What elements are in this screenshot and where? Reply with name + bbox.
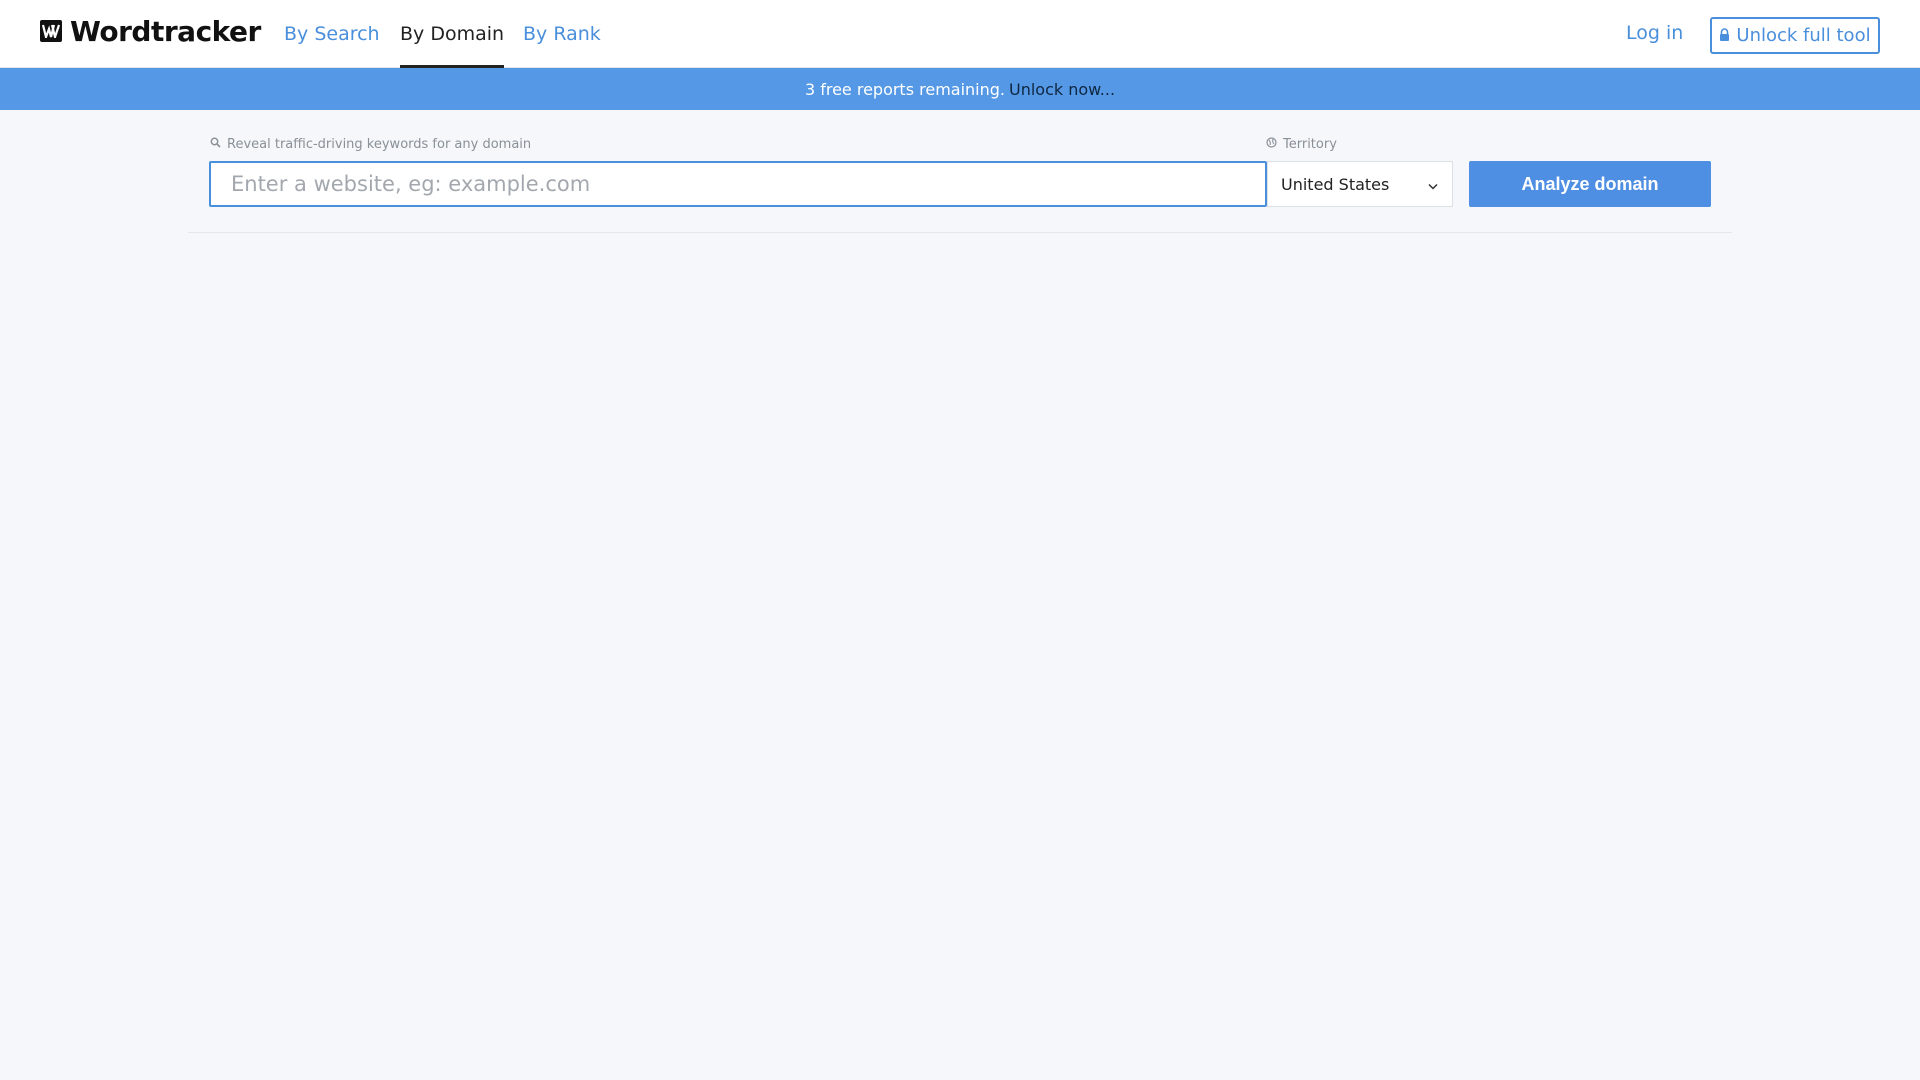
territory-field-label: Territory <box>1266 137 1337 152</box>
search-icon <box>210 137 221 152</box>
section-divider <box>188 232 1732 233</box>
territory-select[interactable]: United States <box>1267 161 1453 207</box>
search-field-label: Reveal traffic-driving keywords for any … <box>210 137 531 152</box>
territory-label-text: Territory <box>1283 137 1337 152</box>
banner-text: 3 free reports remaining. <box>804 79 1005 99</box>
login-link[interactable]: Log in <box>1626 0 1683 66</box>
logo-mark-icon <box>40 20 62 42</box>
brand-name: Wordtracker <box>70 14 261 48</box>
unlock-full-tool-label: Unlock full tool <box>1736 25 1871 46</box>
top-navigation-bar: Wordtracker By Search By Domain By Rank … <box>0 0 1920 68</box>
tab-by-search[interactable]: By Search <box>284 0 380 68</box>
unlock-full-tool-button[interactable]: Unlock full tool <box>1710 17 1880 54</box>
brand-logo[interactable]: Wordtracker <box>40 14 261 48</box>
domain-search-input[interactable] <box>209 161 1267 207</box>
unlock-now-link[interactable]: Unlock now... <box>1009 80 1115 99</box>
search-label-text: Reveal traffic-driving keywords for any … <box>227 137 532 152</box>
analyze-domain-button[interactable]: Analyze domain <box>1469 161 1711 207</box>
tab-by-domain[interactable]: By Domain <box>400 0 505 68</box>
globe-icon <box>1266 137 1277 152</box>
territory-selected-value: United States <box>1281 174 1390 194</box>
tab-by-rank[interactable]: By Rank <box>523 0 601 68</box>
free-reports-banner: 3 free reports remaining. Unlock now... <box>0 68 1920 110</box>
lock-icon <box>1719 25 1730 46</box>
chevron-down-icon <box>1428 175 1438 194</box>
